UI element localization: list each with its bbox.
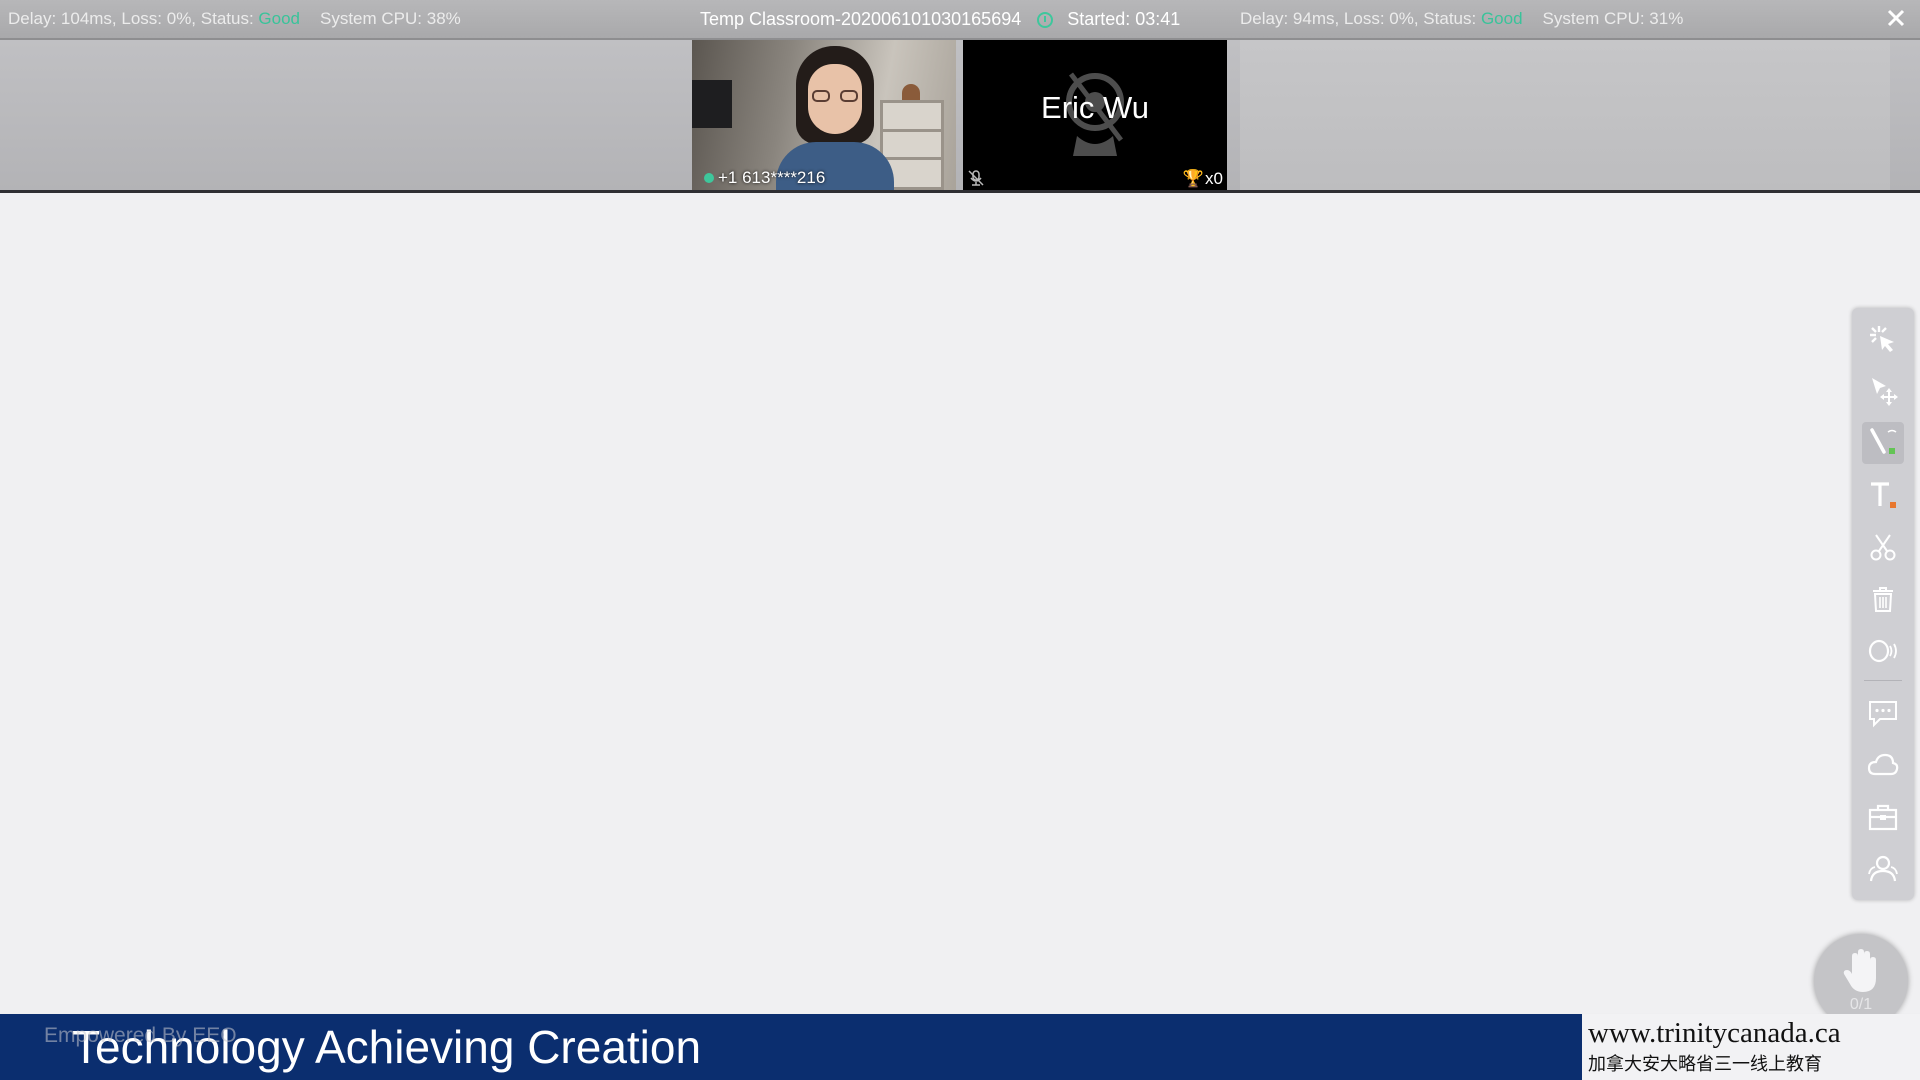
mic-off-icon[interactable]	[967, 169, 985, 187]
network-status-right: Delay: 94ms, Loss: 0%, Status: Good Syste…	[1240, 0, 1683, 38]
started-timer: Started: 03:41	[1067, 9, 1181, 29]
teacher-phone: +1 613****216	[718, 168, 826, 187]
eraser-icon	[1868, 639, 1897, 663]
site-subtitle: 加拿大安大略省三一线上教育	[1588, 1054, 1822, 1074]
pen-tool[interactable]	[1862, 422, 1904, 464]
close-icon	[1887, 9, 1905, 27]
video-strip-shade	[1240, 40, 1890, 190]
cpu-usage: System CPU: 31%	[1542, 9, 1684, 28]
scissors-icon	[1870, 534, 1896, 561]
classroom-title: Temp Classroom-202006101030165694	[700, 9, 1022, 29]
clock-icon	[1037, 12, 1054, 28]
top-status-bar: Delay: 104ms, Loss: 0%, Status: Good Syst…	[0, 0, 1920, 40]
trash-icon	[1873, 587, 1893, 612]
chat-tool[interactable]	[1862, 692, 1904, 734]
users-icon	[1868, 855, 1898, 882]
student-video-tile[interactable]: Eric Wu 🏆x0	[963, 40, 1227, 190]
toolbox-tool[interactable]	[1862, 796, 1904, 838]
site-watermark: www.trinitycanada.ca 加拿大安大略省三一线上教育	[1582, 1014, 1920, 1080]
status-good-label: Good	[1480, 9, 1523, 28]
mic-on-icon	[704, 173, 714, 183]
cpu-usage: System CPU: 38%	[320, 9, 461, 28]
trophy-counter: 🏆x0	[1183, 169, 1223, 189]
network-stats: Delay: 94ms, Loss: 0%, Status:	[1240, 9, 1481, 28]
text-tool[interactable]	[1862, 474, 1904, 516]
chat-icon	[1869, 701, 1897, 728]
trophy-icon: 🏆	[1182, 169, 1205, 188]
select-tool[interactable]	[1862, 370, 1904, 412]
pen-icon	[1870, 428, 1897, 454]
powered-by-label: Empowered By EEO	[44, 1024, 237, 1047]
text-icon	[1871, 482, 1896, 508]
site-url: www.trinitycanada.ca	[1588, 1017, 1841, 1049]
users-tool[interactable]	[1862, 848, 1904, 890]
toolbar-divider	[1864, 680, 1902, 681]
status-good-label: Good	[258, 9, 300, 28]
cloud-tool[interactable]	[1862, 744, 1904, 786]
hand-icon	[1843, 949, 1876, 992]
toolbox-icon	[1868, 804, 1898, 831]
video-strip: +1 613****216 Eric Wu 🏆x0	[0, 40, 1920, 193]
cloud-icon	[1867, 753, 1899, 776]
trophy-count: x0	[1205, 169, 1223, 188]
laser-pointer-icon	[1870, 326, 1894, 352]
select-move-icon	[1872, 378, 1898, 406]
close-button[interactable]	[1882, 4, 1910, 32]
eraser-tool[interactable]	[1862, 630, 1904, 672]
network-stats: Delay: 104ms, Loss: 0%, Status:	[8, 9, 259, 28]
teacher-video-tile[interactable]: +1 613****216	[692, 40, 956, 190]
laser-pointer-tool[interactable]	[1862, 318, 1904, 360]
whiteboard-toolbar	[1852, 308, 1914, 900]
background-tv	[692, 80, 732, 128]
bottom-banner: Technology Achieving Creation Empowered …	[0, 1014, 1582, 1080]
scissors-tool[interactable]	[1862, 526, 1904, 568]
student-name: Eric Wu	[1041, 90, 1149, 125]
hand-raise-count: 0/1	[1849, 996, 1873, 1013]
network-status-left: Delay: 104ms, Loss: 0%, Status: Good Syst…	[8, 0, 461, 38]
classroom-title-group: Temp Classroom-202006101030165694 Started…	[700, 0, 1180, 38]
teacher-caption: +1 613****216	[704, 168, 825, 188]
delete-tool[interactable]	[1862, 578, 1904, 620]
whiteboard-canvas[interactable]	[0, 193, 1920, 1013]
